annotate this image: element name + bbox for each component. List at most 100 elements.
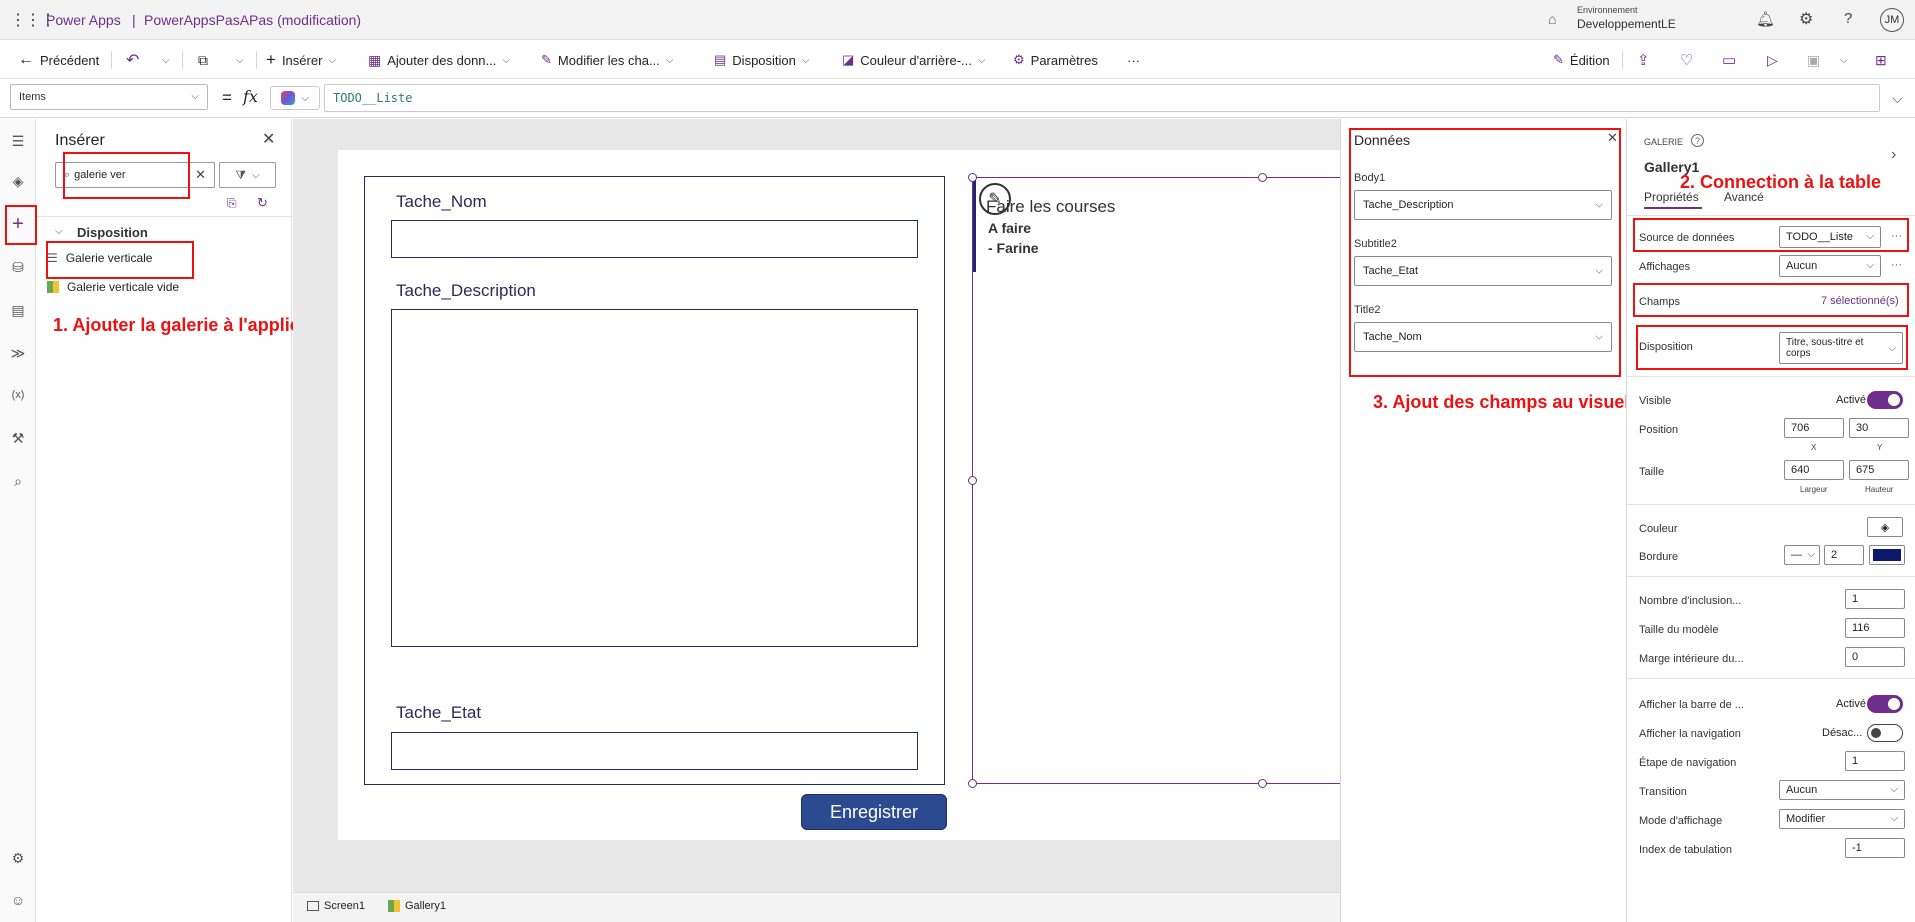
layout-icon: ▤ <box>714 52 727 67</box>
app-checker-icon[interactable]: ♡ <box>1680 41 1693 79</box>
avatar[interactable]: JM <box>1880 8 1904 32</box>
navigation-toggle[interactable] <box>1867 724 1903 742</box>
resize-handle[interactable] <box>968 779 977 788</box>
wrap-count-input[interactable]: 1 <box>1845 589 1905 609</box>
insert-item-galerie-verticale[interactable]: ☰ Galerie verticale <box>47 246 287 270</box>
copilot-button[interactable]: ⌵ <box>270 86 320 110</box>
tab-index-input[interactable]: -1 <box>1845 838 1905 858</box>
virtual-agent-icon[interactable]: ☺ <box>8 890 28 910</box>
undo-button[interactable]: ↶ <box>126 41 139 79</box>
input-tache-etat[interactable] <box>391 732 918 770</box>
resize-handle[interactable] <box>1258 173 1267 182</box>
variables-icon[interactable]: (x) <box>8 385 28 405</box>
more-button[interactable]: ··· <box>1127 41 1140 79</box>
border-width-input[interactable]: 2 <box>1824 545 1864 565</box>
views-dropdown[interactable]: Aucun ⌵ <box>1779 255 1881 277</box>
gallery-control[interactable] <box>972 177 1340 784</box>
back-button[interactable]: ← Précédent <box>18 41 99 79</box>
close-icon[interactable]: ✕ <box>1607 130 1618 146</box>
comments-icon[interactable]: ▭ <box>1722 41 1736 79</box>
template-size-input[interactable]: 116 <box>1845 618 1905 638</box>
color-picker[interactable]: ◈ <box>1867 517 1903 537</box>
screen-canvas[interactable]: Tache_Nom Tache_Description Tache_Etat E… <box>338 150 1340 840</box>
environment-name[interactable]: DeveloppementLE <box>1577 17 1676 31</box>
display-mode-dropdown[interactable]: Modifier ⌵ <box>1779 809 1905 829</box>
chevron-down-icon: ⌵ <box>1840 54 1848 66</box>
insert-item-galerie-verticale-vide[interactable]: Galerie verticale vide <box>47 275 287 299</box>
width-input[interactable]: 640 <box>1784 460 1844 480</box>
input-tache-description[interactable] <box>391 309 918 647</box>
formula-input[interactable]: TODO__Liste <box>324 84 1880 112</box>
save-icon[interactable]: ▣ <box>1807 41 1820 79</box>
resize-handle[interactable] <box>968 476 977 485</box>
dropdown-title2[interactable]: Tache_Nom ⌵ <box>1354 322 1612 352</box>
border-style-dropdown[interactable]: — ⌵ <box>1784 545 1820 565</box>
collapse-chevron-icon[interactable]: › <box>1891 146 1896 164</box>
share-icon[interactable]: ⇪ <box>1637 41 1650 79</box>
advanced-tools-icon[interactable]: ⚒ <box>8 428 28 448</box>
position-y-input[interactable]: 30 <box>1849 418 1909 438</box>
help-icon[interactable]: ? <box>1844 10 1852 27</box>
filter-button[interactable]: ⧩ ⌵ <box>219 162 276 188</box>
save-button[interactable]: Enregistrer <box>801 794 947 830</box>
more-icon[interactable]: ··· <box>1891 230 1902 242</box>
nav-step-input[interactable]: 1 <box>1845 751 1905 771</box>
app-name[interactable]: Power Apps <box>46 12 121 28</box>
data-source-dropdown[interactable]: TODO__Liste ⌵ <box>1779 226 1881 248</box>
edit-fields-button[interactable]: ✎ Modifier les cha... ⌵ <box>541 41 673 79</box>
notification-icon[interactable]: 🔔︎ <box>1756 10 1775 28</box>
resize-handle[interactable] <box>968 173 977 182</box>
get-more-components-icon[interactable]: ⎘ <box>227 196 237 211</box>
media-icon[interactable]: ▤ <box>8 300 28 320</box>
template-padding-input[interactable]: 0 <box>1845 647 1905 667</box>
tree-view-icon[interactable]: ◈ <box>8 171 28 191</box>
save-dropdown[interactable]: ⌵ <box>1840 41 1848 79</box>
tab-screen1[interactable]: Screen1 <box>307 900 365 912</box>
resize-handle[interactable] <box>1258 779 1267 788</box>
border-color-swatch[interactable] <box>1869 545 1905 565</box>
data-icon[interactable]: ⛁ <box>8 257 28 277</box>
copilot-icon <box>281 91 296 105</box>
close-icon[interactable]: ✕ <box>262 129 275 149</box>
menu-icon[interactable]: ☰ <box>8 131 28 151</box>
properties-panel: GALERIE ? Gallery1 › Propriétés Avancé S… <box>1626 119 1915 922</box>
publish-icon[interactable]: ⊞ <box>1875 41 1887 79</box>
copy-button[interactable]: ⧉ <box>198 41 208 79</box>
layout-button[interactable]: ▤ Disposition ⌵ <box>714 41 809 79</box>
collapse-chevron-icon[interactable]: ⌵ <box>55 226 63 237</box>
undo-dropdown[interactable]: ⌵ <box>162 41 170 79</box>
settings-icon[interactable]: ⚙ <box>8 848 28 868</box>
position-x-input[interactable]: 706 <box>1784 418 1844 438</box>
expand-formula-icon[interactable]: ⌵ <box>1892 90 1903 107</box>
background-color-button[interactable]: ◪ Couleur d'arrière-... ⌵ <box>842 41 985 79</box>
height-caption: Hauteur <box>1865 485 1894 494</box>
template-padding-label: Marge intérieure du... <box>1639 653 1744 665</box>
info-icon[interactable]: ? <box>1691 134 1704 147</box>
scrollbar-toggle[interactable] <box>1867 695 1903 713</box>
edit-mode-button[interactable]: ✎ Édition <box>1553 41 1610 79</box>
property-dropdown[interactable]: Items ⌵ <box>10 84 208 110</box>
settings-gear-icon[interactable]: ⚙ <box>1799 9 1813 29</box>
dropdown-subtitle2[interactable]: Tache_Etat ⌵ <box>1354 256 1612 286</box>
clear-icon[interactable]: ✕ <box>195 167 206 183</box>
height-input[interactable]: 675 <box>1849 460 1909 480</box>
search-icon[interactable]: ⌕ <box>8 471 28 491</box>
tab-gallery1[interactable]: Gallery1 <box>388 900 446 912</box>
section-disposition[interactable]: Disposition <box>77 225 148 240</box>
fields-edit-link[interactable]: 7 sélectionné(s) <box>1821 295 1899 307</box>
copy-dropdown[interactable]: ⌵ <box>236 41 244 79</box>
transition-dropdown[interactable]: Aucun ⌵ <box>1779 780 1905 800</box>
more-icon[interactable]: ··· <box>1891 259 1902 271</box>
play-icon[interactable]: ▷ <box>1767 41 1778 79</box>
dropdown-body1[interactable]: Tache_Description ⌵ <box>1354 190 1612 220</box>
insert-plus-icon[interactable]: + <box>8 213 28 235</box>
search-input[interactable]: ⌕ galerie ver ✕ <box>55 162 215 188</box>
input-tache-nom[interactable] <box>391 220 918 258</box>
insert-button[interactable]: + Insérer ⌵ <box>266 41 336 79</box>
refresh-icon[interactable]: ↻ <box>257 195 268 211</box>
visible-toggle[interactable] <box>1867 391 1903 409</box>
settings-button[interactable]: ⚙ Paramètres <box>1013 41 1098 79</box>
power-automate-icon[interactable]: ≫ <box>8 343 28 363</box>
add-data-button[interactable]: ▦ Ajouter des donn... ⌵ <box>368 41 510 79</box>
layout-dropdown[interactable]: Titre, sous-titre et corps ⌵ <box>1779 332 1903 364</box>
